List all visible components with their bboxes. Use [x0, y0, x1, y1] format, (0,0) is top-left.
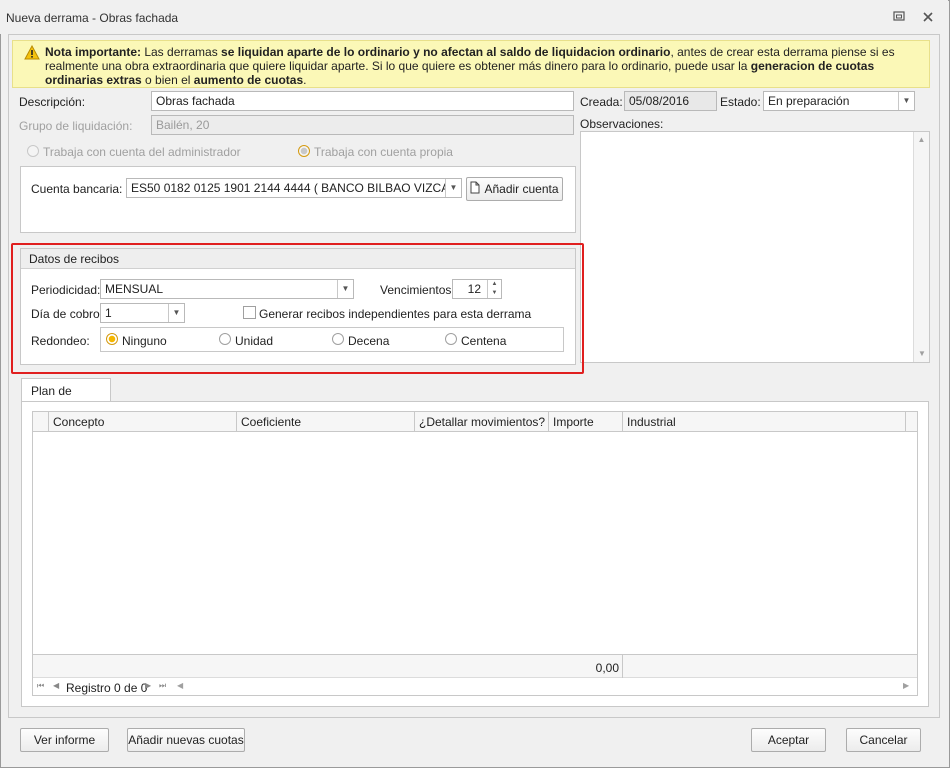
- chevron-down-icon[interactable]: ▼: [898, 92, 914, 110]
- note-text: .: [303, 73, 307, 87]
- window-title: Nueva derrama - Obras fachada: [6, 11, 179, 25]
- grid-header: Concepto Coeficiente ¿Detallar movimient…: [33, 412, 917, 432]
- descripcion-input[interactable]: Obras fachada: [151, 91, 574, 111]
- note-text: o bien el: [141, 73, 194, 87]
- scroll-right-icon[interactable]: ▶: [903, 681, 909, 690]
- chevron-down-icon[interactable]: ▼: [168, 304, 184, 322]
- anadir-cuenta-button[interactable]: Añadir cuenta: [466, 177, 563, 201]
- periodicidad-value: MENSUAL: [105, 282, 164, 296]
- ver-informe-button[interactable]: Ver informe: [20, 728, 109, 752]
- creada-label: Creada:: [580, 95, 623, 109]
- creada-input: 05/08/2016: [624, 91, 717, 111]
- col-header-coeficiente[interactable]: Coeficiente: [237, 412, 415, 432]
- prev-record-icon[interactable]: ◀: [53, 681, 59, 690]
- scroll-down-icon[interactable]: ▼: [914, 349, 930, 358]
- vencimientos-value: 12: [467, 282, 481, 296]
- radio-redondeo-centena[interactable]: [445, 333, 457, 345]
- periodicidad-select[interactable]: MENSUAL ▼: [100, 279, 354, 299]
- generar-recibos-checkbox[interactable]: [243, 306, 256, 319]
- radio-redondeo-ninguno-label: Ninguno: [122, 334, 167, 348]
- last-record-icon[interactable]: ⏭: [159, 681, 166, 691]
- radio-redondeo-ninguno[interactable]: [106, 333, 118, 345]
- recibos-header: Datos de recibos: [21, 249, 575, 269]
- grid-footer: 0,00: [33, 654, 917, 678]
- dia-cobro-select[interactable]: 1 ▼: [100, 303, 185, 323]
- cuenta-value: ES50 0182 0125 1901 2144 4444 ( BANCO BI…: [131, 181, 462, 195]
- total-importe: 0,00: [595, 661, 619, 675]
- chevron-down-icon[interactable]: ▼: [445, 179, 461, 197]
- warning-icon: [24, 44, 40, 63]
- grid-navigator: ⏮ ◀ Registro 0 de 0 ▶ ⏭ ◀ ▶: [33, 679, 917, 695]
- new-document-icon: [470, 179, 480, 201]
- cancelar-button[interactable]: Cancelar: [846, 728, 921, 752]
- col-header-concepto[interactable]: Concepto: [49, 412, 237, 432]
- radio-redondeo-unidad[interactable]: [219, 333, 231, 345]
- col-header-importe[interactable]: Importe: [549, 412, 623, 432]
- note-text: se liquidan aparte de lo ordinario y no …: [221, 45, 671, 59]
- radio-cuenta-admin-label: Trabaja con cuenta del administrador: [43, 145, 241, 159]
- observaciones-textarea[interactable]: [580, 131, 930, 363]
- next-record-icon[interactable]: ▶: [145, 681, 151, 690]
- grupo-label: Grupo de liquidación:: [19, 119, 133, 133]
- radio-cuenta-propia[interactable]: [298, 145, 310, 157]
- estado-label: Estado:: [720, 95, 761, 109]
- descripcion-label: Descripción:: [19, 95, 86, 109]
- note-link-increase-fees: aumento de cuotas: [193, 73, 304, 87]
- vencimientos-stepper[interactable]: 12 ▲ ▼: [452, 279, 502, 299]
- anadir-cuenta-label: Añadir cuenta: [484, 182, 559, 196]
- cuenta-label: Cuenta bancaria:: [31, 182, 123, 196]
- dia-cobro-label: Día de cobro:: [31, 307, 104, 321]
- chevron-down-icon[interactable]: ▼: [488, 289, 501, 298]
- radio-redondeo-decena[interactable]: [332, 333, 344, 345]
- close-icon[interactable]: [921, 11, 935, 23]
- aceptar-button[interactable]: Aceptar: [751, 728, 826, 752]
- periodicidad-label: Periodicidad:: [31, 283, 101, 297]
- radio-redondeo-decena-label: Decena: [348, 334, 390, 348]
- cuenta-select[interactable]: ES50 0182 0125 1901 2144 4444 ( BANCO BI…: [126, 178, 462, 198]
- grid-indicator-header: [33, 412, 49, 432]
- radio-cuenta-propia-label: Trabaja con cuenta propia: [314, 145, 453, 159]
- estado-select[interactable]: En preparación ▼: [763, 91, 915, 111]
- generar-recibos-label: Generar recibos independientes para esta…: [259, 307, 532, 321]
- dia-cobro-value: 1: [105, 306, 112, 320]
- vencimientos-label: Vencimientos:: [380, 283, 455, 297]
- chevron-up-icon[interactable]: ▲: [488, 280, 501, 289]
- radio-cuenta-admin[interactable]: [27, 145, 39, 157]
- restore-icon[interactable]: [892, 11, 906, 23]
- radio-redondeo-unidad-label: Unidad: [235, 334, 274, 348]
- tab-plan-gastos[interactable]: Plan de gastos: [21, 378, 111, 412]
- stepper-buttons[interactable]: ▲ ▼: [487, 280, 501, 298]
- redondeo-label: Redondeo:: [31, 334, 90, 348]
- record-counter: Registro 0 de 0: [66, 681, 148, 695]
- chevron-down-icon[interactable]: ▼: [337, 280, 353, 298]
- anadir-cuotas-button[interactable]: Añadir nuevas cuotas: [127, 728, 245, 752]
- observaciones-scrollbar[interactable]: ▲ ▼: [913, 132, 929, 362]
- estado-value: En preparación: [768, 94, 850, 108]
- important-note: Nota importante: Las derramas se liquida…: [12, 40, 930, 88]
- radio-redondeo-centena-label: Centena: [461, 334, 507, 348]
- scroll-up-icon[interactable]: ▲: [914, 135, 929, 144]
- col-header-industrial[interactable]: Industrial: [623, 412, 906, 432]
- first-record-icon[interactable]: ⏮: [37, 681, 44, 691]
- note-text: Las derramas: [141, 45, 222, 59]
- grupo-input: Bailén, 20: [151, 115, 574, 135]
- note-title: Nota importante:: [45, 45, 141, 59]
- observaciones-label: Observaciones:: [580, 117, 664, 131]
- scroll-left-icon[interactable]: ◀: [177, 681, 183, 690]
- col-header-detallar[interactable]: ¿Detallar movimientos?: [415, 412, 549, 432]
